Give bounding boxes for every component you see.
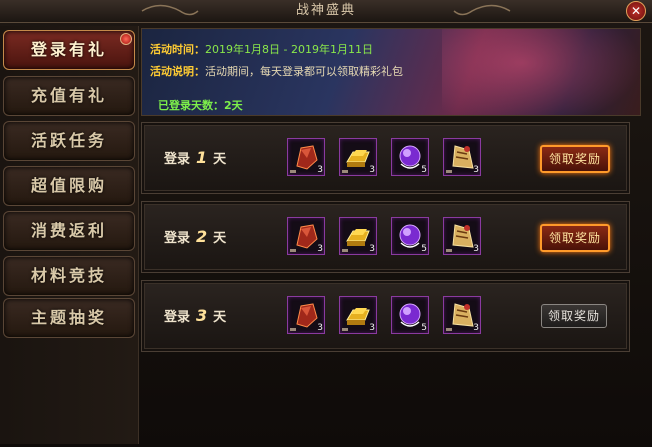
claim-reward-button[interactable]: 领取奖励 — [540, 224, 610, 252]
reward-row-day-2: 登录 2 天 3 3 5 3 领取奖励 — [141, 201, 630, 273]
item-tag — [342, 170, 348, 173]
title-ornament-left-icon — [141, 4, 199, 16]
item-qty: 5 — [421, 244, 427, 254]
scroll-pouch-icon[interactable]: 3 — [443, 296, 481, 334]
menu-item-label: 消费返利 — [30, 221, 107, 240]
title-bar: 战神盛典 ✕ — [0, 0, 652, 23]
notification-dot-icon — [120, 33, 132, 45]
row-suffix: 天 — [213, 152, 227, 167]
row-day-label: 登录 1 天 — [164, 123, 226, 193]
sidebar-menu: 登录有礼 充值有礼 活跃任务 超值限购 消费返利 材料竞技 主题抽奖 — [0, 26, 139, 444]
item-qty: 3 — [317, 323, 323, 333]
menu-item-label: 活跃任务 — [30, 131, 107, 150]
title-ornament-right-icon — [453, 4, 511, 16]
item-qty: 3 — [369, 165, 375, 175]
gold-bar-icon[interactable]: 3 — [339, 217, 377, 255]
menu-item-material-competition[interactable]: 材料竞技 — [3, 256, 135, 296]
claim-reward-button-disabled[interactable]: 领取奖励 — [541, 304, 607, 328]
menu-item-recharge-gift[interactable]: 充值有礼 — [3, 76, 135, 116]
menu-item-label: 登录有礼 — [30, 40, 107, 59]
login-days-label: 已登录天数： — [158, 99, 224, 112]
event-time-value: 2019年1月8日 - 2019年1月11日 — [205, 43, 373, 56]
event-desc-line: 活动说明：活动期间，每天登录都可以领取精彩礼包 — [150, 63, 403, 79]
item-tag — [290, 328, 296, 331]
menu-item-active-tasks[interactable]: 活跃任务 — [3, 121, 135, 161]
row-day-number: 2 — [196, 227, 208, 246]
row-prefix: 登录 — [164, 310, 191, 325]
row-day-number: 1 — [196, 148, 208, 167]
gold-bar-icon[interactable]: 3 — [339, 138, 377, 176]
row-day-number: 3 — [196, 306, 208, 325]
item-tag — [290, 249, 296, 252]
item-tag — [446, 170, 452, 173]
purple-orb-icon[interactable]: 5 — [391, 138, 429, 176]
menu-item-login-gift[interactable]: 登录有礼 — [3, 30, 135, 70]
item-qty: 3 — [369, 244, 375, 254]
event-desc-value: 活动期间，每天登录都可以领取精彩礼包 — [205, 65, 403, 78]
reward-row-day-1: 登录 1 天 3 3 5 3 领取奖励 — [141, 122, 630, 194]
red-stone-icon[interactable]: 3 — [287, 138, 325, 176]
event-banner: 活动时间：2019年1月8日 - 2019年1月11日 活动说明：活动期间，每天… — [141, 28, 641, 116]
item-tag — [446, 249, 452, 252]
row-day-label: 登录 2 天 — [164, 202, 226, 272]
item-tag — [342, 328, 348, 331]
red-stone-icon[interactable]: 3 — [287, 217, 325, 255]
menu-item-theme-lottery[interactable]: 主题抽奖 — [3, 298, 135, 338]
row-suffix: 天 — [213, 231, 227, 246]
item-qty: 5 — [421, 165, 427, 175]
window-title: 战神盛典 — [295, 3, 356, 18]
row-prefix: 登录 — [164, 152, 191, 167]
menu-item-label: 主题抽奖 — [30, 308, 107, 327]
row-prefix: 登录 — [164, 231, 191, 246]
menu-item-spending-rebate[interactable]: 消费返利 — [3, 211, 135, 251]
item-tag — [342, 249, 348, 252]
menu-item-label: 超值限购 — [30, 176, 107, 195]
item-qty: 5 — [421, 323, 427, 333]
red-stone-icon[interactable]: 3 — [287, 296, 325, 334]
event-time-line: 活动时间：2019年1月8日 - 2019年1月11日 — [150, 41, 373, 57]
login-days-line: 已登录天数：2天 — [158, 97, 243, 113]
scroll-pouch-icon[interactable]: 3 — [443, 217, 481, 255]
item-qty: 3 — [317, 165, 323, 175]
purple-orb-icon[interactable]: 5 — [391, 296, 429, 334]
item-qty: 3 — [473, 323, 479, 333]
item-qty: 3 — [473, 244, 479, 254]
item-qty: 3 — [369, 323, 375, 333]
claim-reward-button[interactable]: 领取奖励 — [540, 145, 610, 173]
item-qty: 3 — [317, 244, 323, 254]
reward-row-day-3: 登录 3 天 3 3 5 3 领取奖励 — [141, 280, 630, 352]
row-day-label: 登录 3 天 — [164, 281, 226, 351]
item-tag — [290, 170, 296, 173]
scroll-pouch-icon[interactable]: 3 — [443, 138, 481, 176]
row-suffix: 天 — [213, 310, 227, 325]
item-tag — [446, 328, 452, 331]
purple-orb-icon[interactable]: 5 — [391, 217, 429, 255]
event-time-label: 活动时间： — [150, 43, 205, 56]
event-window: 战神盛典 ✕ 登录有礼 充值有礼 活跃任务 超值限购 消费返利 材料竞技 主题抽… — [0, 0, 652, 447]
menu-item-label: 材料竞技 — [30, 266, 107, 285]
close-button[interactable]: ✕ — [626, 1, 646, 21]
gold-bar-icon[interactable]: 3 — [339, 296, 377, 334]
item-qty: 3 — [473, 165, 479, 175]
menu-item-limited-purchase[interactable]: 超值限购 — [3, 166, 135, 206]
event-desc-label: 活动说明： — [150, 65, 205, 78]
menu-item-label: 充值有礼 — [30, 86, 107, 105]
login-days-value: 2天 — [224, 99, 243, 112]
banner-art — [442, 29, 640, 115]
